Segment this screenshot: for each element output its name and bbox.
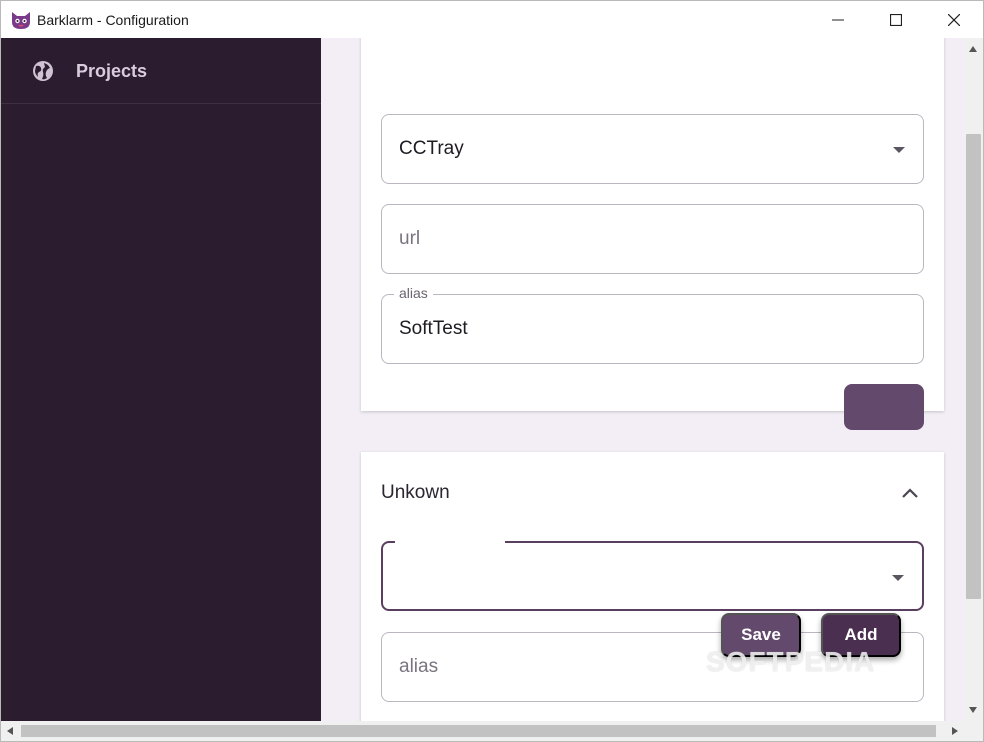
scroll-up-icon[interactable]: [969, 46, 977, 52]
main-content[interactable]: CCTray url alias SoftTest Unkown alias S…: [321, 38, 964, 721]
scroll-right-icon[interactable]: [952, 727, 958, 735]
field-notch: [395, 541, 505, 545]
minimize-icon: [832, 14, 844, 26]
dropdown-arrow-icon: [892, 575, 904, 581]
close-icon: [948, 14, 960, 26]
project-card-unknown: Unkown alias: [361, 452, 944, 721]
url-placeholder: url: [399, 228, 421, 249]
sidebar-item-projects[interactable]: Projects: [1, 38, 321, 104]
project-card: CCTray url alias SoftTest: [361, 38, 944, 430]
scrollbar-corner: [964, 721, 983, 741]
scroll-left-icon[interactable]: [7, 727, 13, 735]
sidebar: Projects: [1, 38, 321, 721]
alias-label: alias: [394, 285, 433, 301]
project-type-select[interactable]: CCTray: [381, 114, 924, 184]
url-input[interactable]: url: [381, 204, 924, 274]
horizontal-scroll-thumb[interactable]: [21, 725, 936, 737]
vertical-scrollbar[interactable]: [964, 38, 983, 721]
window-title: Barklarm - Configuration: [37, 12, 189, 28]
scroll-down-icon[interactable]: [969, 707, 977, 713]
minimize-button[interactable]: [809, 1, 867, 39]
title-bar: Barklarm - Configuration: [0, 0, 984, 38]
alias-value: SoftTest: [399, 318, 468, 339]
vertical-scroll-thumb[interactable]: [966, 134, 981, 599]
project-action-button[interactable]: [844, 384, 924, 430]
horizontal-scrollbar[interactable]: [1, 721, 964, 741]
softpedia-watermark: SOFTPEDIA: [706, 646, 876, 677]
project-type-select-focused[interactable]: [381, 541, 924, 611]
alias-placeholder: alias: [399, 656, 439, 677]
chevron-up-icon[interactable]: [902, 485, 918, 498]
dropdown-arrow-icon: [893, 147, 905, 153]
alias-input[interactable]: alias SoftTest: [381, 285, 924, 364]
globe-icon: [32, 60, 54, 82]
maximize-icon: [890, 14, 902, 26]
close-button[interactable]: [925, 1, 983, 39]
maximize-button[interactable]: [867, 1, 925, 39]
section-title: Unkown: [381, 482, 450, 503]
sidebar-item-label: Projects: [76, 61, 148, 81]
barklarm-cat-icon: [10, 9, 32, 31]
project-type-value: CCTray: [399, 138, 464, 159]
